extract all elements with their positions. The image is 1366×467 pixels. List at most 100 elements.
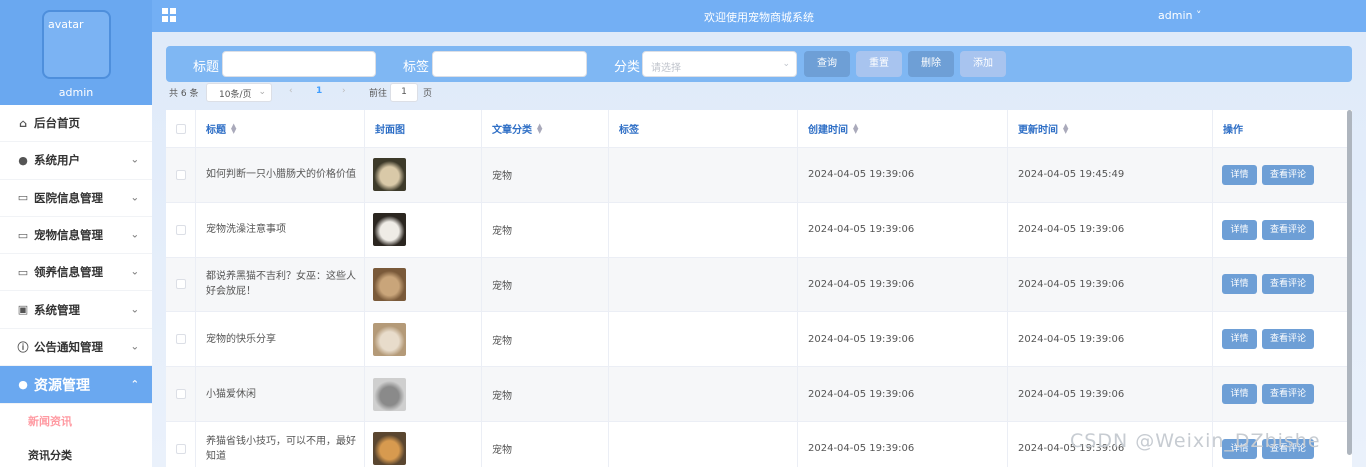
row-created-cell: 2024-04-05 19:39:06 (798, 312, 1008, 367)
row-cover-cell (365, 148, 482, 202)
page-size-select[interactable]: 10条/页 ⌄ (206, 83, 272, 102)
sidebar-item-resources[interactable]: ● 资源管理 ⌃ (0, 366, 152, 405)
sidebar-item-label: 宠物信息管理 (34, 228, 103, 243)
row-checkbox[interactable] (176, 334, 186, 345)
prev-page-icon[interactable]: ‹ (289, 86, 293, 96)
category-select[interactable]: 请选择 ⌄ (642, 51, 797, 77)
view-comments-button[interactable]: 查看评论 (1262, 274, 1314, 295)
cover-image[interactable] (373, 213, 406, 247)
sort-icon[interactable]: ▲ ▼ (537, 122, 542, 134)
row-tag-cell (609, 421, 798, 467)
sidebar-item-pets[interactable]: ▭ 宠物信息管理 ⌄ (0, 217, 152, 255)
row-created-cell: 2024-04-05 19:39:06 (798, 367, 1008, 421)
select-all-checkbox[interactable] (176, 123, 186, 134)
sidebar-item-system-users[interactable]: ● 系统用户 ⌄ (0, 142, 152, 180)
row-updated: 2024-04-05 19:39:06 (1018, 224, 1125, 236)
add-button[interactable]: 添加 (960, 51, 1006, 77)
row-actions-cell: 详情 查看评论 (1213, 312, 1352, 366)
cover-image[interactable] (373, 158, 406, 192)
col-header-created[interactable]: 创建时间 ▲ ▼ (798, 110, 1008, 147)
col-header-updated[interactable]: 更新时间 ▲ ▼ (1008, 110, 1213, 147)
view-comments-button[interactable]: 查看评论 (1262, 384, 1314, 405)
row-category: 宠物 (492, 335, 512, 347)
row-cover-cell (365, 257, 482, 312)
row-tag-cell (609, 367, 798, 421)
chevron-down-icon: ⌄ (130, 192, 139, 204)
row-title-cell: 小猫爱休闲 (196, 367, 365, 421)
cover-image[interactable] (373, 377, 406, 411)
vertical-scrollbar[interactable] (1347, 110, 1352, 455)
col-header-title[interactable]: 标题 ▲ ▼ (196, 110, 365, 147)
row-category: 宠物 (492, 390, 512, 402)
row-created-cell: 2024-04-05 19:39:06 (798, 202, 1008, 257)
row-title-cell: 宠物洗澡注意事项 (196, 202, 365, 257)
cover-image[interactable] (373, 322, 406, 356)
chevron-down-icon: ⌄ (782, 59, 790, 69)
view-comments-button[interactable]: 查看评论 (1262, 329, 1314, 350)
avatar[interactable]: avatar (42, 10, 111, 79)
sidebar-subitem-news[interactable]: 新闻资讯 (0, 404, 152, 438)
chevron-down-icon: ⌄ (130, 229, 139, 241)
sort-icon[interactable]: ▲ ▼ (231, 122, 236, 134)
row-checkbox[interactable] (176, 389, 186, 400)
reset-button[interactable]: 重置 (856, 51, 902, 77)
cover-image[interactable] (373, 267, 406, 301)
row-cover-cell (365, 202, 482, 257)
user-dropdown[interactable]: admin ˅ (1158, 9, 1201, 22)
row-actions-cell: 详情 查看评论 (1213, 148, 1352, 202)
detail-button[interactable]: 详情 (1222, 329, 1257, 350)
delete-button[interactable]: 删除 (908, 51, 954, 77)
sidebar-item-notices[interactable]: ⓘ 公告通知管理 ⌄ (0, 329, 152, 367)
sort-icon[interactable]: ▲ ▼ (1063, 122, 1068, 134)
row-checkbox[interactable] (176, 224, 186, 235)
sidebar-item-system[interactable]: ▣ 系统管理 ⌄ (0, 291, 152, 329)
current-page-number[interactable]: 1 (316, 86, 322, 96)
sidebar-subitem-news-category[interactable]: 资讯分类 (0, 438, 152, 467)
next-page-icon[interactable]: › (342, 86, 346, 96)
watermark-text: CSDN @Weixin_DZbishe (1070, 430, 1321, 452)
table-body: 如何判断一只小腊肠犬的价格价值 宠物 2024-04-05 19:39:06 2… (166, 148, 1352, 467)
col-header-cover: 封面图 (365, 110, 482, 147)
row-checkbox[interactable] (176, 169, 186, 180)
row-updated-cell: 2024-04-05 19:45:49 (1008, 148, 1213, 202)
cover-image[interactable] (373, 432, 406, 466)
table-header: 标题 ▲ ▼ 封面图 文章分类 ▲ ▼ 标签 创建时间 ▲ ▼ 更新时间 ▲ ▼ 操作 (166, 110, 1352, 148)
avatar-alt-text: avatar (48, 18, 84, 31)
view-comments-button[interactable]: 查看评论 (1262, 219, 1314, 240)
row-title: 宠物的快乐分享 (206, 333, 276, 345)
category-label: 分类 (614, 60, 641, 75)
row-category-cell: 宠物 (482, 367, 609, 421)
detail-button[interactable]: 详情 (1222, 219, 1257, 240)
row-category-cell: 宠物 (482, 202, 609, 257)
chevron-down-icon: ⌄ (130, 304, 139, 316)
document-icon: ▭ (17, 228, 29, 242)
detail-button[interactable]: 详情 (1222, 274, 1257, 295)
goto-page-input[interactable]: 1 (390, 83, 418, 102)
sidebar-item-label: 后台首页 (34, 116, 80, 131)
sort-icon[interactable]: ▲ ▼ (853, 122, 858, 134)
row-category-cell: 宠物 (482, 421, 609, 467)
view-comments-button[interactable]: 查看评论 (1262, 164, 1314, 185)
detail-button[interactable]: 详情 (1222, 164, 1257, 185)
row-actions-cell: 详情 查看评论 (1213, 367, 1352, 421)
query-button[interactable]: 查询 (804, 51, 850, 77)
row-checkbox[interactable] (176, 443, 186, 454)
sidebar-item-label: 领养信息管理 (34, 265, 103, 280)
picture-icon: ▣ (17, 303, 29, 317)
sidebar-item-adoption[interactable]: ▭ 领养信息管理 ⌄ (0, 254, 152, 292)
page-unit-label: 页 (423, 89, 433, 99)
row-created: 2024-04-05 19:39:06 (808, 224, 915, 236)
row-checkbox[interactable] (176, 279, 186, 290)
tag-search-input[interactable] (432, 51, 587, 77)
row-updated: 2024-04-05 19:45:49 (1018, 169, 1125, 181)
detail-button[interactable]: 详情 (1222, 384, 1257, 405)
chevron-down-icon: ⌄ (130, 341, 139, 353)
row-select-cell (166, 202, 196, 257)
row-created: 2024-04-05 19:39:06 (808, 388, 915, 400)
col-header-category[interactable]: 文章分类 ▲ ▼ (482, 110, 609, 147)
sidebar-item-hospital[interactable]: ▭ 医院信息管理 ⌄ (0, 180, 152, 217)
tag-label: 标签 (403, 60, 430, 75)
table-row: 宠物洗澡注意事项 宠物 2024-04-05 19:39:06 2024-04-… (166, 202, 1352, 258)
sidebar-item-home[interactable]: ⌂ 后台首页 (0, 105, 152, 143)
title-search-input[interactable] (222, 51, 376, 77)
